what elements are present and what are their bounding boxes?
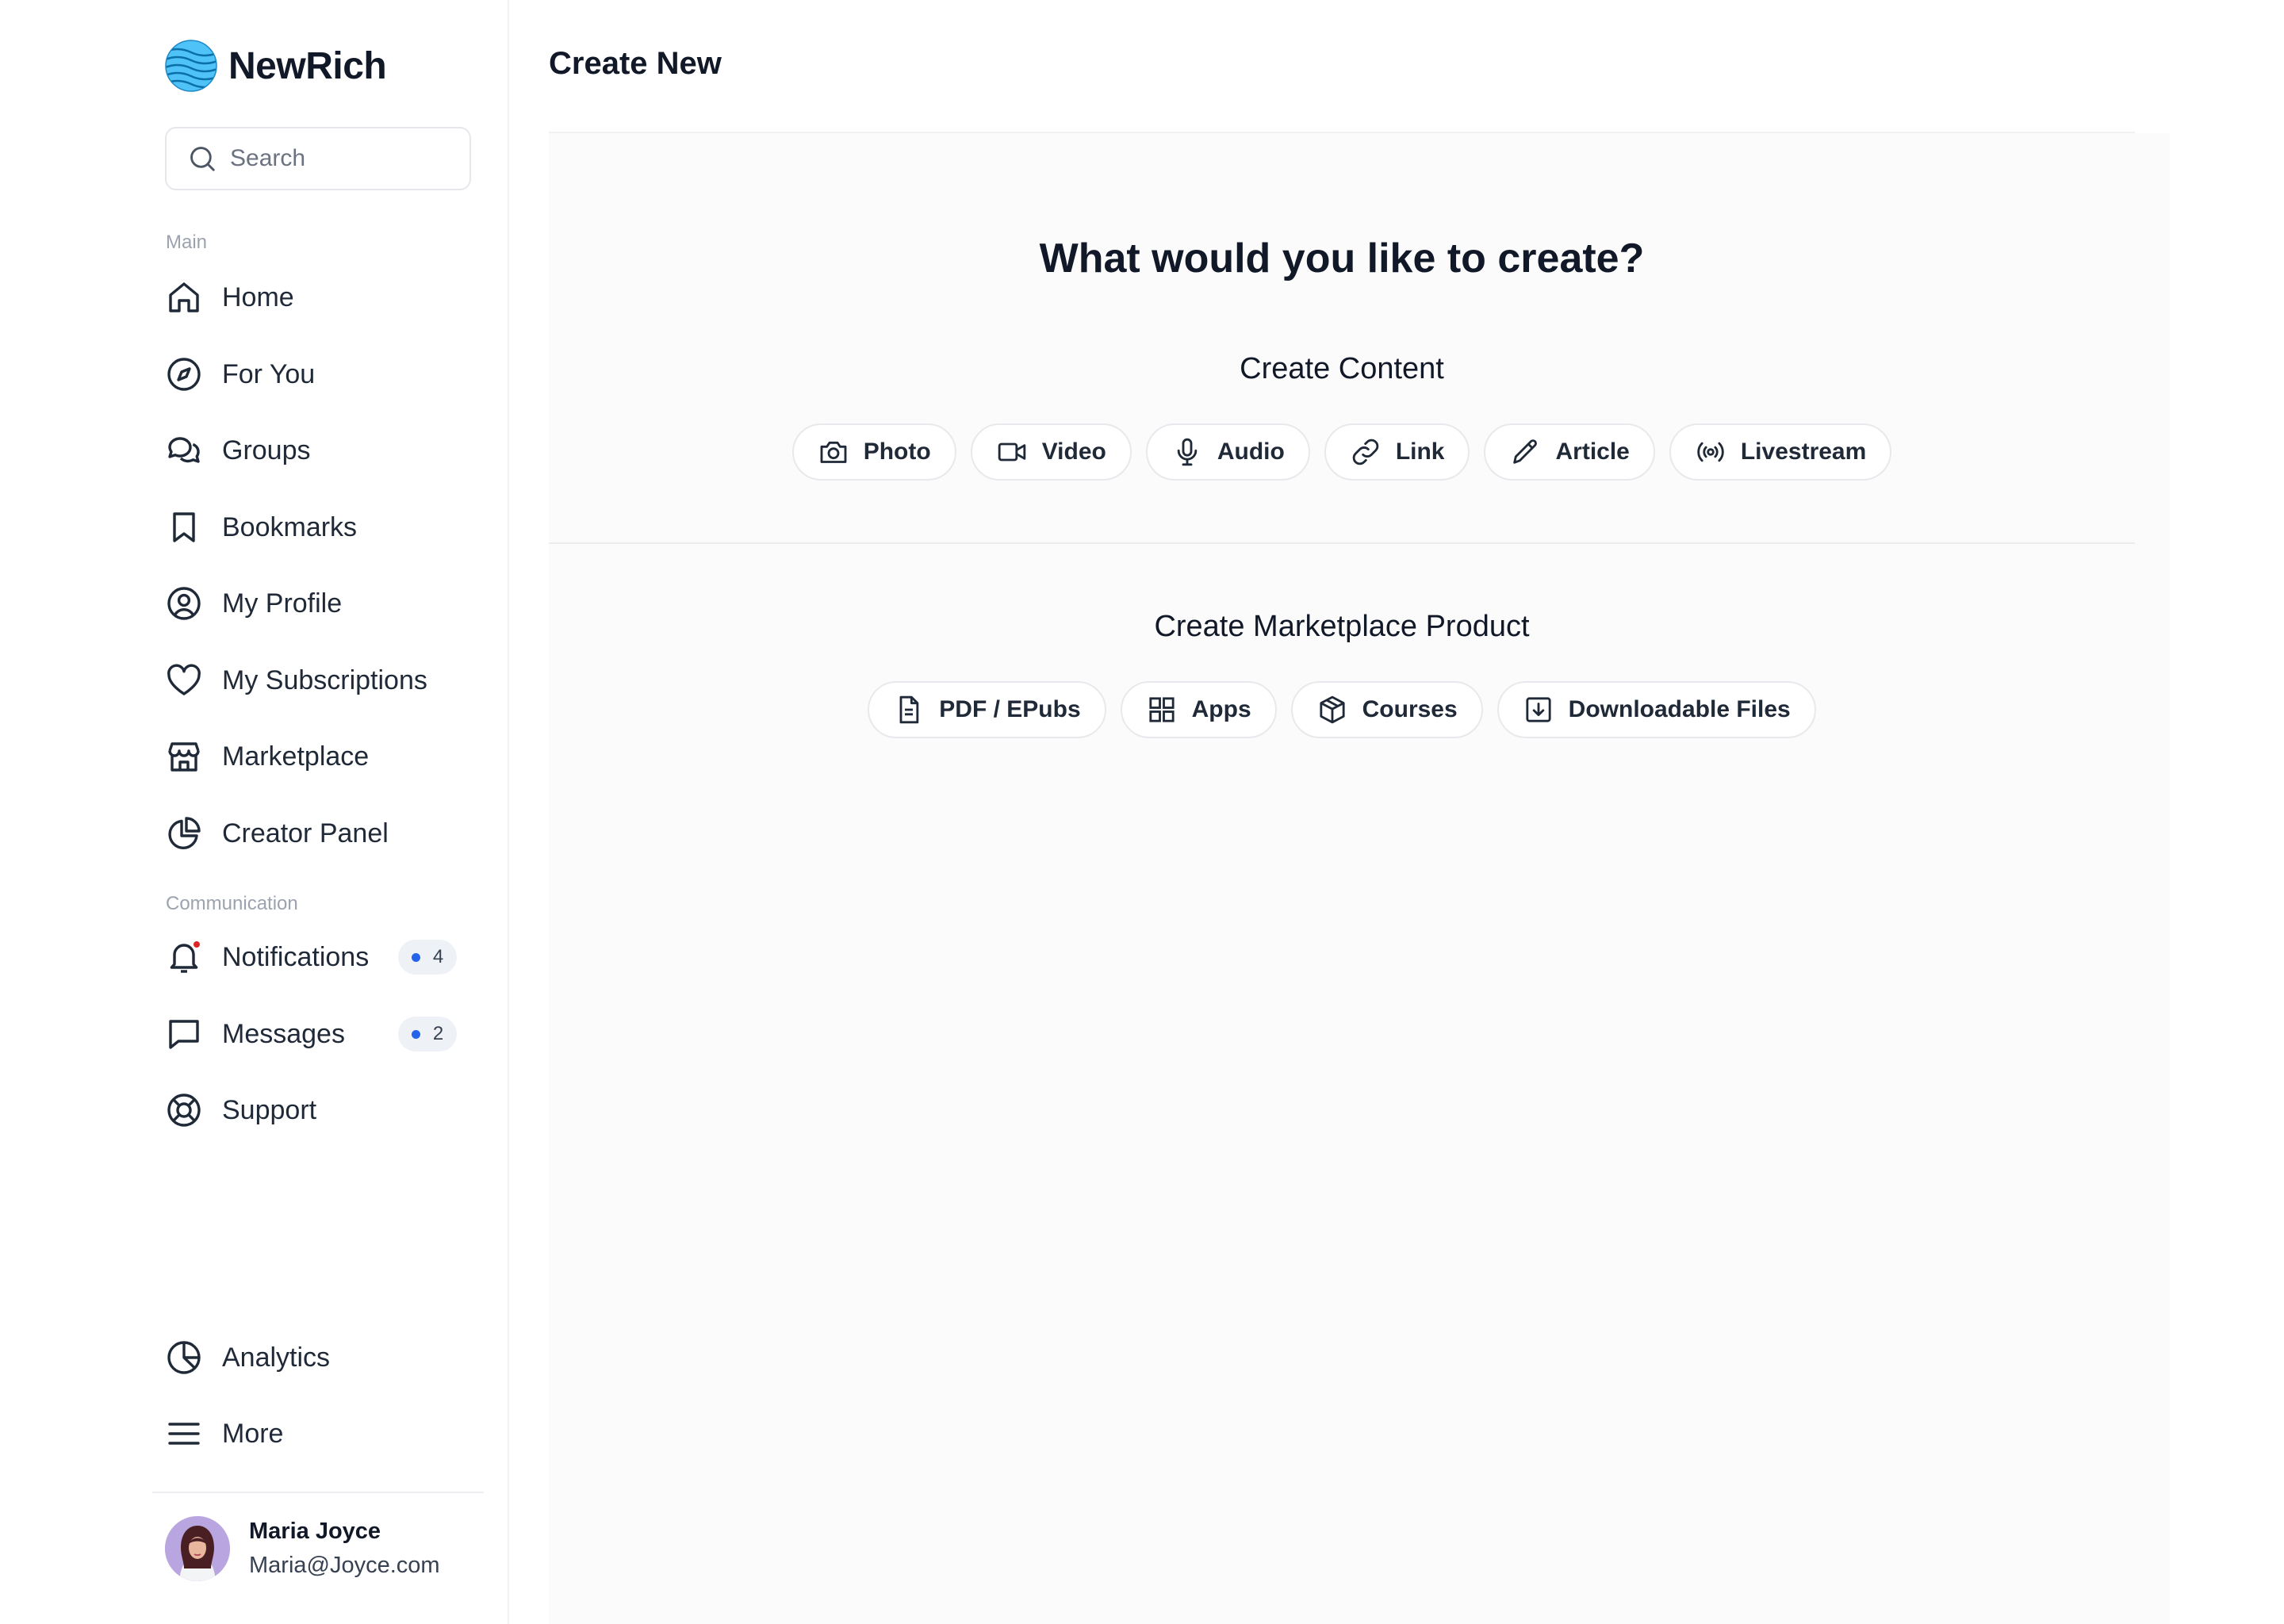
section-divider xyxy=(549,542,2135,544)
nav-label: Notifications xyxy=(222,941,370,972)
nav-label: My Profile xyxy=(222,588,343,619)
brand-name: NewRich xyxy=(228,44,387,87)
nav-item-messages[interactable]: Messages 2 xyxy=(165,1006,471,1062)
nav-item-more[interactable]: More xyxy=(165,1406,471,1461)
section-label-communication: Communication xyxy=(166,893,298,914)
chart-pie-icon xyxy=(165,1339,203,1377)
main-content: Create New What would you like to create… xyxy=(511,0,2284,1624)
lifebuoy-icon xyxy=(165,1091,203,1129)
nav-item-for-you[interactable]: For You xyxy=(165,347,471,402)
message-icon xyxy=(165,1015,203,1053)
nav-label: Marketplace xyxy=(222,741,370,772)
search-input[interactable] xyxy=(230,145,452,172)
brand[interactable]: NewRich xyxy=(165,40,387,92)
bookmark-icon xyxy=(165,508,203,546)
camera-icon xyxy=(820,441,847,463)
nav-label: Support xyxy=(222,1094,317,1125)
create-panel: What would you like to create? Create Co… xyxy=(549,133,2170,1624)
pencil-icon xyxy=(1513,439,1538,464)
chip-label: Livestream xyxy=(1740,439,1867,465)
link-icon xyxy=(1352,439,1379,465)
store-icon xyxy=(165,737,203,776)
nav-label: Creator Panel xyxy=(222,818,389,848)
nav-item-home[interactable]: Home xyxy=(165,270,471,325)
pie-chart-icon xyxy=(165,814,203,852)
chip-label: PDF / EPubs xyxy=(939,696,1081,722)
create-marketplace-title: Create Marketplace Product xyxy=(1154,610,1530,643)
bell-icon xyxy=(165,938,203,976)
message-count-badge: 2 xyxy=(398,1017,457,1051)
user-circle-icon xyxy=(165,584,203,622)
nav-label: My Subscriptions xyxy=(222,665,427,695)
broadcast-icon xyxy=(1697,442,1724,462)
nav-item-notifications[interactable]: Notifications 4 xyxy=(165,929,471,985)
create-article-button[interactable]: Article xyxy=(1484,423,1655,481)
user-email: Maria@Joyce.com xyxy=(249,1553,440,1578)
grid-icon xyxy=(1149,697,1175,722)
chip-label: Photo xyxy=(863,439,931,465)
search-box[interactable] xyxy=(165,127,471,190)
user-name: Maria Joyce xyxy=(249,1519,381,1544)
create-courses-button[interactable]: Courses xyxy=(1290,681,1483,738)
nav-label: Messages xyxy=(222,1018,345,1049)
chip-label: Apps xyxy=(1191,696,1251,722)
video-icon xyxy=(998,442,1025,462)
chat-bubbles-icon xyxy=(165,431,203,469)
microphone-icon xyxy=(1177,438,1198,466)
chip-label: Downloadable Files xyxy=(1568,696,1791,722)
nav-label: Home xyxy=(222,282,294,312)
home-icon xyxy=(165,278,203,316)
heart-icon xyxy=(165,661,203,699)
unread-dot xyxy=(192,940,201,949)
download-icon xyxy=(1526,697,1551,722)
create-apps-button[interactable]: Apps xyxy=(1120,681,1277,738)
create-marketplace-options: PDF / EPubs Apps Courses Downloadable Fi… xyxy=(549,681,2135,738)
user-info: Maria Joyce Maria@Joyce.com xyxy=(249,1519,440,1579)
document-icon xyxy=(899,695,919,724)
nav-label: More xyxy=(222,1418,284,1449)
nav-label: Groups xyxy=(222,435,311,465)
nav-item-analytics[interactable]: Analytics xyxy=(165,1330,471,1385)
notification-count-badge: 4 xyxy=(398,940,457,975)
newrich-logo-icon xyxy=(165,40,217,92)
create-content-options: Photo Video Audio Link Article Livestrea… xyxy=(549,423,2135,481)
nav-item-my-subscriptions[interactable]: My Subscriptions xyxy=(165,653,471,708)
nav-item-bookmarks[interactable]: Bookmarks xyxy=(165,500,471,555)
nav-label: Bookmarks xyxy=(222,511,358,542)
user-profile-card[interactable]: Maria Joyce Maria@Joyce.com xyxy=(165,1516,440,1581)
avatar[interactable] xyxy=(165,1516,230,1581)
create-video-button[interactable]: Video xyxy=(970,423,1132,481)
nav-item-my-profile[interactable]: My Profile xyxy=(165,576,471,631)
create-downloadable-files-button[interactable]: Downloadable Files xyxy=(1496,681,1816,738)
section-label-main: Main xyxy=(166,232,208,253)
cube-icon xyxy=(1320,695,1345,724)
nav-label: Analytics xyxy=(222,1342,331,1373)
chip-label: Video xyxy=(1041,439,1106,465)
sidebar-divider xyxy=(152,1492,484,1493)
menu-icon xyxy=(165,1415,203,1453)
create-audio-button[interactable]: Audio xyxy=(1145,423,1310,481)
page-title: Create New xyxy=(549,46,722,81)
create-photo-button[interactable]: Photo xyxy=(791,423,956,481)
nav-item-support[interactable]: Support xyxy=(165,1082,471,1138)
nav-item-creator-panel[interactable]: Creator Panel xyxy=(165,806,471,861)
create-content-title: Create Content xyxy=(1240,352,1444,385)
nav-label: For You xyxy=(222,358,316,389)
nav-item-groups[interactable]: Groups xyxy=(165,423,471,478)
create-pdf-epubs-button[interactable]: PDF / EPubs xyxy=(868,681,1106,738)
nav-item-marketplace[interactable]: Marketplace xyxy=(165,729,471,784)
create-link-button[interactable]: Link xyxy=(1324,423,1470,481)
compass-icon xyxy=(165,355,203,393)
search-icon xyxy=(190,147,215,171)
chip-label: Courses xyxy=(1362,696,1458,722)
create-livestream-button[interactable]: Livestream xyxy=(1669,423,1892,481)
sidebar: NewRich Main Home For You Groups Bookmar… xyxy=(0,0,509,1624)
create-question-heading: What would you like to create? xyxy=(1039,236,1645,282)
chip-label: Link xyxy=(1395,439,1445,465)
chip-label: Article xyxy=(1555,439,1630,465)
chip-label: Audio xyxy=(1217,439,1285,465)
